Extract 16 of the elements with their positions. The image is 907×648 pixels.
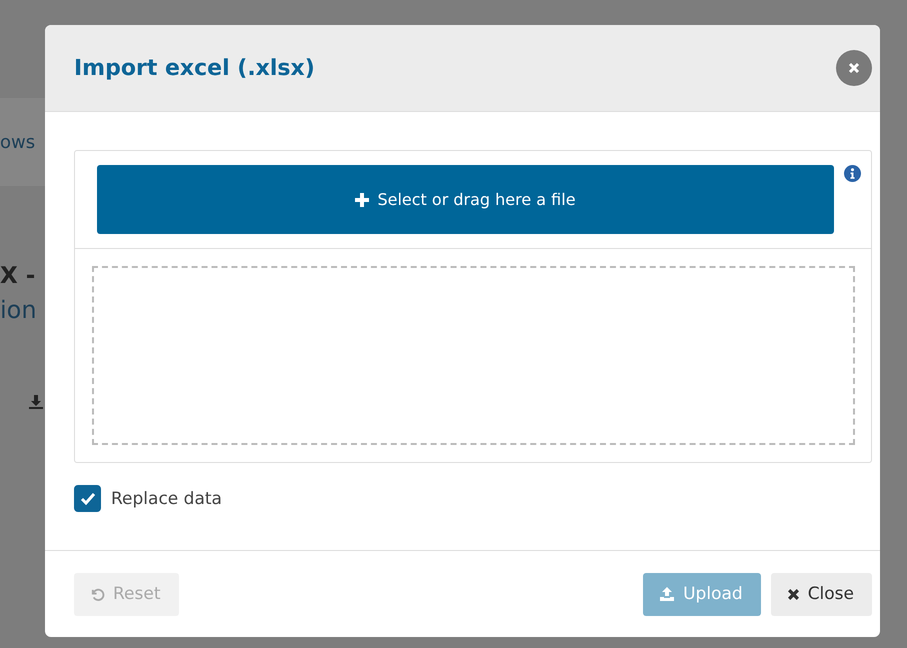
close-icon: [786, 588, 800, 600]
check-icon: [80, 492, 96, 505]
plus-icon: [355, 192, 370, 206]
info-icon[interactable]: [844, 165, 861, 182]
upload-icon: [659, 586, 676, 602]
dialog-title: Import excel (.xlsx): [74, 56, 315, 80]
close-icon: [848, 62, 860, 74]
undo-icon: [90, 586, 105, 602]
page-heading: X -: [0, 262, 36, 291]
checkbox-label[interactable]: Replace data: [111, 488, 222, 508]
checkbox[interactable]: [74, 485, 101, 512]
download-icon[interactable]: [28, 394, 44, 410]
close-button[interactable]: [836, 50, 872, 86]
page-subheading: ion: [0, 296, 38, 324]
select-file-button[interactable]: Select or drag here a file: [97, 165, 834, 234]
close-button[interactable]: Close: [770, 572, 872, 616]
